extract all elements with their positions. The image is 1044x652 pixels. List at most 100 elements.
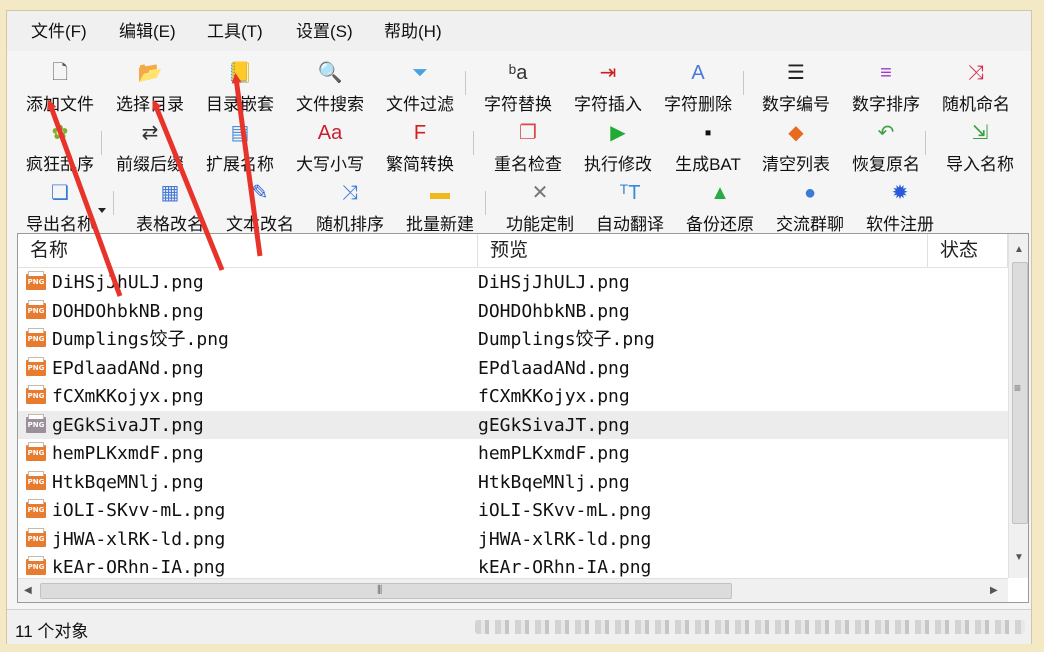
toolbar-button[interactable]: 📒 目录嵌套	[195, 59, 285, 117]
toolbar-button[interactable]: Aa 大写小写	[285, 119, 375, 177]
toolbar-button[interactable]: ↶ 恢复原名	[841, 119, 931, 177]
toolbar-button[interactable]: 🔍 文件搜索	[285, 59, 375, 117]
toolbar-button[interactable]: ❐ 重名检查	[483, 119, 573, 177]
translate-icon: ᵀT	[619, 182, 641, 204]
scroll-down-arrow-icon[interactable]: ▼	[1014, 552, 1024, 564]
toolbar-button-label: 功能定制	[506, 215, 574, 234]
table-row[interactable]: PNG Dumplings饺子.png Dumplings饺子.png	[18, 325, 1008, 353]
toolbar-button[interactable]: ≡ 数字排序	[841, 59, 931, 117]
list-body: PNG DiHSjJhULJ.png DiHSjJhULJ.png PNG DOHDOh…	[18, 268, 1008, 578]
tools-icon: ✕	[531, 182, 549, 204]
toolbar-button[interactable]: ⇲ 导入名称	[935, 119, 1025, 177]
preview-name-cell: fCXmKKojyx.png	[478, 386, 630, 407]
menu-item[interactable]: 设置(S)	[296, 21, 353, 43]
menu-item[interactable]: 帮助(H)	[384, 21, 442, 43]
toolbar-button[interactable]: ▦ 表格改名	[125, 179, 215, 237]
folder-open-icon: 📂	[137, 62, 163, 84]
toolbar-button[interactable]: ▲ 备份还原	[675, 179, 765, 237]
toolbar-button[interactable]: ● 交流群聊	[765, 179, 855, 237]
toolbar-button[interactable]: ⇄ 前缀后缀	[105, 119, 195, 177]
png-file-icon: PNG	[26, 385, 46, 404]
traditional-simplified-icon: F	[413, 122, 427, 144]
toolbar-button-label: 前缀后缀	[116, 155, 184, 174]
toolbar-button-label: 导出名称	[26, 215, 94, 234]
toolbar-button-label: 文本改名	[226, 215, 294, 234]
menu-item[interactable]: 工具(T)	[207, 21, 263, 43]
table-row[interactable]: PNG gEGkSivaJT.png gEGkSivaJT.png	[18, 410, 1008, 439]
toolbar-button[interactable]: ✎ 文本改名	[215, 179, 305, 237]
dropdown-arrow-icon[interactable]	[98, 208, 106, 213]
vertical-scroll-thumb[interactable]: ≡	[1012, 262, 1028, 524]
terminal-icon: ▪	[704, 122, 712, 144]
png-file-icon: PNG	[26, 413, 46, 433]
toolbar-button-label: 恢复原名	[852, 155, 920, 174]
file-name-cell: gEGkSivaJT.png	[52, 414, 204, 436]
sort-lines-icon: ≡	[880, 62, 892, 84]
toolbar-button[interactable]: ⏷ 文件过滤	[375, 59, 465, 117]
toolbar-button-label: 软件注册	[866, 215, 934, 234]
toolbar-button-label: 重名检查	[494, 155, 562, 174]
replace-chars-icon: ᵇa	[508, 62, 528, 84]
toolbar-button[interactable]: ◆ 清空列表	[751, 119, 841, 177]
column-header-preview[interactable]: 预览	[478, 234, 928, 267]
preview-name-cell: Dumplings饺子.png	[478, 329, 655, 350]
toolbar-button[interactable]: 📂 选择目录	[105, 59, 195, 117]
scroll-right-arrow-icon[interactable]: ▶	[990, 585, 998, 597]
blurred-status-info	[475, 620, 1025, 634]
table-row[interactable]: PNG HtkBqeMNlj.png HtkBqeMNlj.png	[18, 468, 1008, 496]
toolbar-button[interactable]: ᵀT 自动翻译	[585, 179, 675, 237]
table-row[interactable]: PNG DiHSjJhULJ.png DiHSjJhULJ.png	[18, 268, 1008, 296]
toolbar-button[interactable]: A 字符删除	[653, 59, 743, 117]
table-row[interactable]: PNG EPdlaadANd.png EPdlaadANd.png	[18, 354, 1008, 382]
shuffle-icon: ⤨	[968, 62, 984, 84]
table-row[interactable]: PNG kEAr-ORhn-IA.png kEAr-ORhn-IA.png	[18, 553, 1008, 578]
toolbar-button[interactable]: ▶ 执行修改	[573, 119, 663, 177]
toolbar-button[interactable]: ⇥ 字符插入	[563, 59, 653, 117]
toolbar-button[interactable]: F 繁简转换	[375, 119, 465, 177]
eraser-icon: ◆	[788, 122, 804, 144]
toolbar-button[interactable]: ⤨ 随机排序	[305, 179, 395, 237]
column-header-status[interactable]: 状态	[928, 234, 1008, 267]
toolbar-button[interactable]: ☰ 数字编号	[751, 59, 841, 117]
toolbar-button[interactable]: ᵇa 字符替换	[473, 59, 563, 117]
menu-item[interactable]: 编辑(E)	[119, 21, 176, 43]
toolbar-button[interactable]: ▬ 批量新建	[395, 179, 485, 237]
file-name-cell: iOLI-SKvv-mL.png	[52, 500, 226, 521]
table-row[interactable]: PNG jHWA-xlRK-ld.png jHWA-xlRK-ld.png	[18, 525, 1008, 553]
toolbar-button-label: 导入名称	[946, 155, 1014, 174]
scroll-up-arrow-icon[interactable]: ▲	[1014, 244, 1024, 256]
preview-name-cell: DOHDOhbkNB.png	[478, 300, 630, 322]
toolbar-button-label: 文件过滤	[386, 95, 454, 114]
toolbar-separator	[925, 131, 926, 155]
toolbar-button[interactable]: ▪ 生成BAT	[663, 119, 753, 177]
toolbar-button[interactable]: ⤨ 随机命名	[931, 59, 1021, 117]
toolbar-separator	[485, 191, 486, 215]
column-header-name[interactable]: 名称	[18, 234, 478, 267]
png-file-icon: PNG	[26, 299, 46, 319]
file-name-cell: DiHSjJhULJ.png	[52, 272, 204, 293]
horizontal-scroll-thumb[interactable]: ⦀	[40, 583, 732, 599]
object-count: 11 个对象	[15, 622, 89, 641]
toolbar-button[interactable]: ✹ 软件注册	[855, 179, 945, 237]
table-row[interactable]: PNG iOLI-SKvv-mL.png iOLI-SKvv-mL.png	[18, 496, 1008, 524]
toolbar-button[interactable]: ✕ 功能定制	[495, 179, 585, 237]
toolbar-button-label: 备份还原	[686, 215, 754, 234]
table-row[interactable]: PNG fCXmKKojyx.png fCXmKKojyx.png	[18, 382, 1008, 410]
table-row[interactable]: PNG DOHDOhbkNB.png DOHDOhbkNB.png	[18, 297, 1008, 325]
toolbar-button-label: 选择目录	[116, 95, 184, 114]
table-row[interactable]: PNG hemPLKxmdF.png hemPLKxmdF.png	[18, 439, 1008, 467]
toolbar: 🗋 添加文件 📂 选择目录 📒 目录嵌套 🔍 文件搜索 ⏷ 文件过滤 ᵇa 字符替换 ⇥ 字符插入 A 字符删…	[7, 51, 1031, 234]
toolbar-button-label: 清空列表	[762, 155, 830, 174]
horizontal-scrollbar[interactable]: ◀ ⦀ ▶	[18, 578, 1008, 602]
scroll-left-arrow-icon[interactable]: ◀	[24, 585, 32, 597]
png-file-icon: PNG	[26, 356, 46, 376]
toolbar-button-label: 表格改名	[136, 215, 204, 234]
toolbar-button[interactable]: ❏ 导出名称	[15, 179, 105, 237]
file-list[interactable]: 名称 预览 状态 PNG DiHSjJhULJ.png DiHSjJhULJ.png…	[17, 233, 1029, 603]
toolbar-button-label: 随机命名	[942, 95, 1010, 114]
toolbar-button[interactable]: ▤ 扩展名称	[195, 119, 285, 177]
vertical-scrollbar[interactable]: ▲ ≡ ▼	[1008, 234, 1028, 578]
toolbar-button[interactable]: 🗋 添加文件	[15, 59, 105, 117]
menu-item[interactable]: 文件(F)	[31, 21, 87, 43]
toolbar-button[interactable]: ✿ 疯狂乱序	[15, 119, 105, 177]
